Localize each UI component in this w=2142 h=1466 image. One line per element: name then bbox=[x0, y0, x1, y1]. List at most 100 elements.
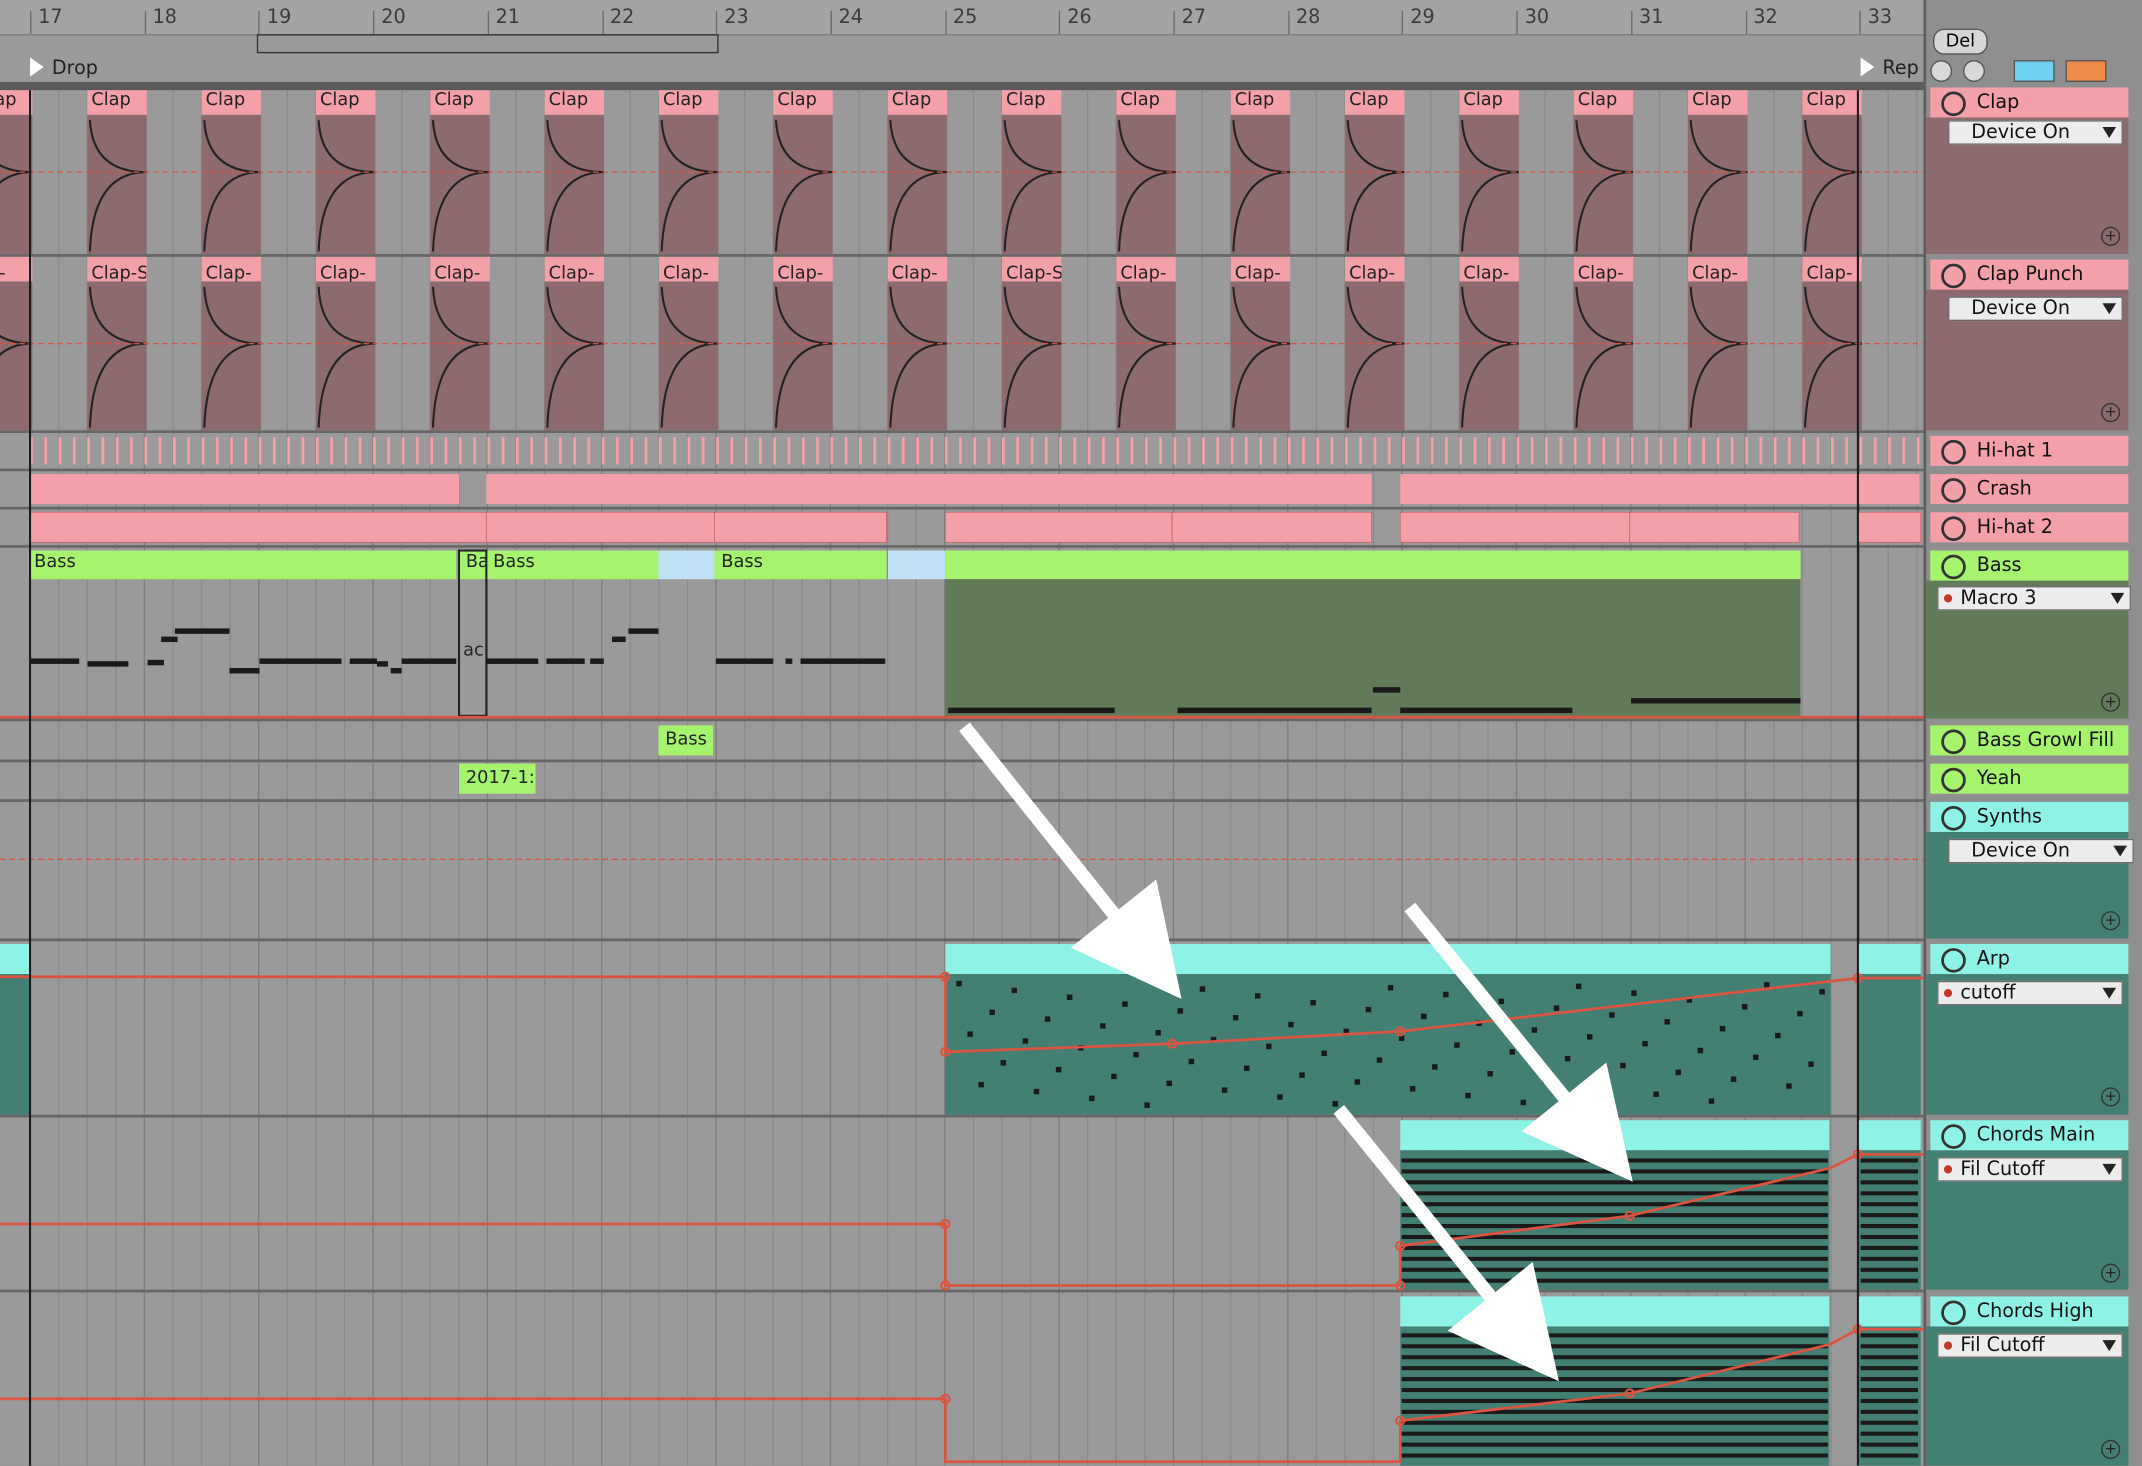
clap-clip-label[interactable]: Clap bbox=[1116, 90, 1175, 115]
add-automation-icon[interactable]: + bbox=[2101, 1263, 2121, 1283]
ruler-tick bbox=[258, 10, 261, 35]
track-header-bass-growl-fill[interactable]: Bass Growl Fill bbox=[1930, 725, 2129, 756]
clap-punch-clip-label[interactable]: Clap- bbox=[1459, 264, 1518, 289]
forward-arrow-icon[interactable] bbox=[1963, 60, 1985, 82]
track-header-synths[interactable]: Synths bbox=[1930, 801, 2129, 832]
clap-punch-clip-label[interactable]: Clap-S bbox=[1002, 264, 1061, 289]
play-icon[interactable] bbox=[1941, 767, 1966, 793]
fold-toggle-icon[interactable] bbox=[1941, 948, 1966, 973]
ruler-bar-number: 30 bbox=[1524, 6, 1550, 29]
clap-punch-clip-label[interactable]: Clap-S bbox=[87, 264, 146, 289]
add-automation-icon[interactable]: + bbox=[2101, 1439, 2121, 1459]
clap-punch-clip-label[interactable]: ap- bbox=[0, 264, 32, 289]
clap-clip-label[interactable]: Clap bbox=[1345, 90, 1404, 115]
clap-punch-clip-label[interactable]: Clap- bbox=[773, 264, 832, 289]
ruler-bar-number: 27 bbox=[1181, 6, 1207, 29]
device-parameter-dropdown[interactable]: Macro 3 bbox=[1937, 586, 2132, 611]
clap-punch-clip-label[interactable]: Clap- bbox=[545, 264, 604, 289]
fold-toggle-icon[interactable] bbox=[1941, 263, 1966, 289]
dropdown-value: cutoff bbox=[1960, 982, 2016, 1005]
track-header-bass[interactable]: Bass bbox=[1930, 550, 2129, 581]
add-automation-icon[interactable]: + bbox=[2101, 1087, 2121, 1107]
clap-punch-clip-label[interactable]: Clap- bbox=[1574, 264, 1633, 289]
clap-clip-label[interactable]: Clap bbox=[316, 90, 375, 115]
fold-toggle-icon[interactable] bbox=[1941, 91, 1966, 117]
clap-clip-label[interactable]: Clap bbox=[773, 90, 832, 115]
bass-growl-clip-label[interactable]: Bass bbox=[661, 729, 716, 754]
device-parameter-dropdown[interactable]: Fil Cutoff bbox=[1937, 1333, 2123, 1358]
clap-punch-clip-label[interactable]: Clap- bbox=[1688, 264, 1747, 289]
clap-punch-clip-label[interactable]: Clap- bbox=[202, 264, 261, 289]
annotation-arrow-2 bbox=[1404, 902, 1633, 1182]
play-icon[interactable] bbox=[1941, 516, 1966, 541]
clap-clip-label[interactable]: Clap bbox=[430, 90, 489, 115]
fold-toggle-icon[interactable] bbox=[1941, 805, 1966, 831]
track-header-chords-high[interactable]: Chords High bbox=[1930, 1296, 2129, 1327]
play-icon[interactable] bbox=[1941, 478, 1966, 503]
clap-clip-label[interactable]: Clap bbox=[1459, 90, 1518, 115]
draw-mode-icon[interactable] bbox=[2013, 60, 2055, 82]
bass-clip-label[interactable]: Ba bbox=[462, 552, 486, 577]
ruler-tick bbox=[830, 10, 832, 35]
clap-clip-label[interactable]: Clap bbox=[87, 90, 146, 115]
back-arrow-icon[interactable] bbox=[1930, 60, 1953, 82]
clap-punch-clip-label[interactable]: Clap- bbox=[1116, 264, 1175, 289]
delete-button[interactable]: Del bbox=[1933, 28, 1988, 55]
fold-toggle-icon[interactable] bbox=[1941, 1124, 1966, 1149]
clap-clip-label[interactable]: Clap bbox=[1688, 90, 1747, 115]
bass-clip-label[interactable]: Bass bbox=[30, 552, 112, 577]
add-automation-icon[interactable]: + bbox=[2101, 226, 2121, 246]
track-header-clap-punch[interactable]: Clap Punch bbox=[1930, 259, 2129, 290]
track-header-crash[interactable]: Crash bbox=[1930, 474, 2129, 505]
clap-clip-label[interactable]: Clap bbox=[1002, 90, 1061, 115]
clap-clip-label[interactable]: Clap bbox=[659, 90, 718, 115]
track-header-yeah[interactable]: Yeah bbox=[1930, 763, 2129, 794]
ruler-tick bbox=[1859, 10, 1861, 35]
add-automation-icon[interactable]: + bbox=[2101, 402, 2121, 423]
track-header-arp[interactable]: Arp bbox=[1930, 943, 2129, 975]
bass-clip-label[interactable]: Bass bbox=[489, 552, 571, 577]
clap-punch-clip-label[interactable]: Clap- bbox=[1802, 264, 1861, 289]
annotation-arrows bbox=[959, 722, 1633, 1382]
clap-clip-label[interactable]: Clap bbox=[0, 90, 32, 115]
ruler-bar-number: 17 bbox=[38, 6, 63, 29]
track-header-hi-hat-2[interactable]: Hi-hat 2 bbox=[1930, 512, 2129, 543]
ruler-bar-number: 31 bbox=[1639, 6, 1664, 29]
track-header-hi-hat-1[interactable]: Hi-hat 1 bbox=[1930, 435, 2129, 466]
clap-punch-clip-label[interactable]: Clap- bbox=[316, 264, 375, 289]
device-parameter-dropdown[interactable]: cutoff bbox=[1937, 980, 2123, 1006]
bass-clip-label[interactable]: Bass bbox=[717, 552, 799, 577]
track-header-chords-main[interactable]: Chords Main bbox=[1930, 1120, 2129, 1151]
chevron-down-icon bbox=[2102, 303, 2117, 315]
clap-punch-clip-label[interactable]: Clap- bbox=[1345, 264, 1404, 289]
device-parameter-dropdown[interactable]: Device On bbox=[1948, 296, 2123, 322]
track-name: Crash bbox=[1976, 478, 2032, 500]
play-icon[interactable] bbox=[1941, 439, 1966, 465]
clap-clip-label[interactable]: Clap bbox=[1231, 90, 1290, 115]
clap-clip-label[interactable]: Clap bbox=[545, 90, 604, 115]
track-name: Clap bbox=[1976, 91, 2020, 114]
clap-clip-label[interactable]: Clap bbox=[202, 90, 261, 115]
play-icon[interactable] bbox=[1941, 729, 1966, 755]
clap-punch-clip-label[interactable]: Clap- bbox=[1231, 264, 1290, 289]
device-parameter-dropdown[interactable]: Device On bbox=[1948, 838, 2134, 864]
dropdown-value: Fil Cutoff bbox=[1960, 1334, 2045, 1357]
lock-icon[interactable] bbox=[2065, 60, 2107, 82]
clap-punch-clip-label[interactable]: Clap- bbox=[888, 264, 947, 289]
add-automation-icon[interactable]: + bbox=[2101, 911, 2121, 931]
add-automation-icon[interactable]: + bbox=[2101, 692, 2121, 712]
track-header-clap[interactable]: Clap bbox=[1930, 87, 2129, 118]
device-parameter-dropdown[interactable]: Device On bbox=[1948, 120, 2123, 145]
clap-punch-clip-label[interactable]: Clap- bbox=[430, 264, 489, 289]
clap-punch-clip-label[interactable]: Clap- bbox=[659, 264, 718, 289]
device-parameter-dropdown[interactable]: Fil Cutoff bbox=[1937, 1157, 2123, 1182]
clap-clip-label[interactable]: Clap bbox=[1802, 90, 1861, 115]
dropdown-value: Fil Cutoff bbox=[1960, 1158, 2045, 1181]
fold-toggle-icon[interactable] bbox=[1941, 554, 1966, 580]
fold-toggle-icon[interactable] bbox=[1941, 1300, 1966, 1326]
ruler-bar-number: 28 bbox=[1296, 6, 1321, 29]
clap-clip-label[interactable]: Clap bbox=[1574, 90, 1633, 115]
clap-clip-label[interactable]: Clap bbox=[888, 90, 947, 115]
ruler-tick bbox=[1745, 10, 1747, 35]
yeah-clip-label[interactable]: 2017-1: bbox=[462, 768, 539, 793]
